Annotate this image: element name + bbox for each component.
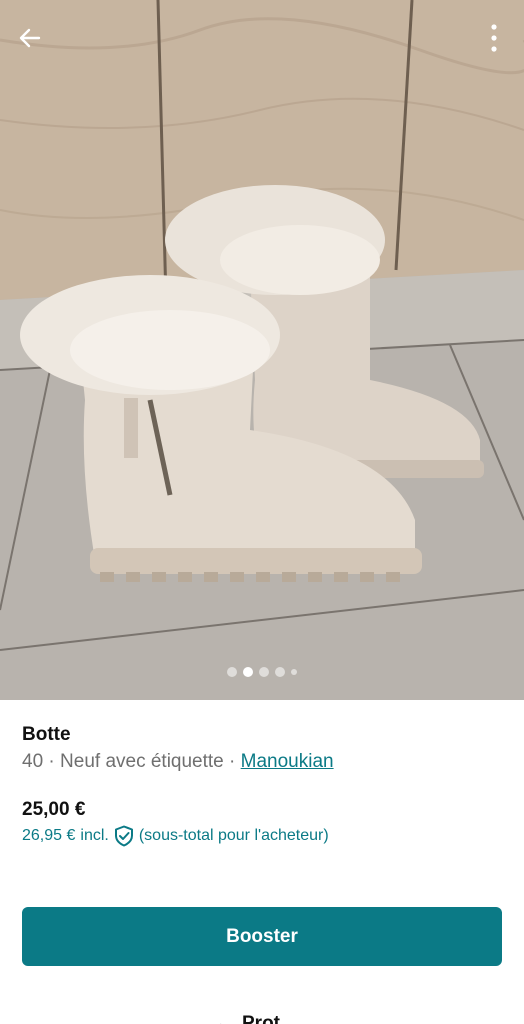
- item-size: 40: [22, 751, 44, 772]
- gallery-dot[interactable]: [275, 667, 285, 677]
- separator: ·: [48, 751, 55, 772]
- gallery-pagination: [0, 666, 524, 678]
- arrow-left-icon: [19, 28, 41, 48]
- more-vertical-icon: [491, 24, 497, 52]
- more-options-button[interactable]: [476, 20, 512, 56]
- brand-link[interactable]: Manoukian: [241, 751, 334, 772]
- item-attributes: 40 · Neuf avec étiquette · Manoukian: [22, 751, 334, 773]
- buyer-total-price[interactable]: 26,95 € incl. (sous-total pour l'acheteu…: [22, 825, 329, 847]
- back-button[interactable]: [12, 20, 48, 56]
- incl-label: incl.: [80, 827, 109, 844]
- gallery-dot[interactable]: [227, 667, 237, 677]
- share-icon: [220, 1023, 222, 1024]
- boots-photo-image: [0, 0, 524, 700]
- subtotal-note: (sous-total pour l'acheteur): [138, 827, 329, 844]
- item-title: Botte: [22, 724, 71, 745]
- total-price: 26,95 €: [22, 827, 76, 844]
- booster-button[interactable]: Booster: [22, 907, 502, 966]
- separator: ·: [229, 751, 236, 772]
- gallery-dot-active[interactable]: [243, 667, 253, 677]
- item-condition: Neuf avec étiquette: [60, 751, 224, 772]
- item-photo[interactable]: [0, 0, 524, 700]
- item-price: 25,00 €: [22, 799, 86, 820]
- shield-check-icon: [114, 825, 134, 847]
- gallery-dot[interactable]: [259, 667, 269, 677]
- protection-link-partial[interactable]: Prot: [210, 1012, 280, 1024]
- gallery-dot[interactable]: [291, 669, 297, 675]
- partial-label: Prot: [242, 1013, 280, 1024]
